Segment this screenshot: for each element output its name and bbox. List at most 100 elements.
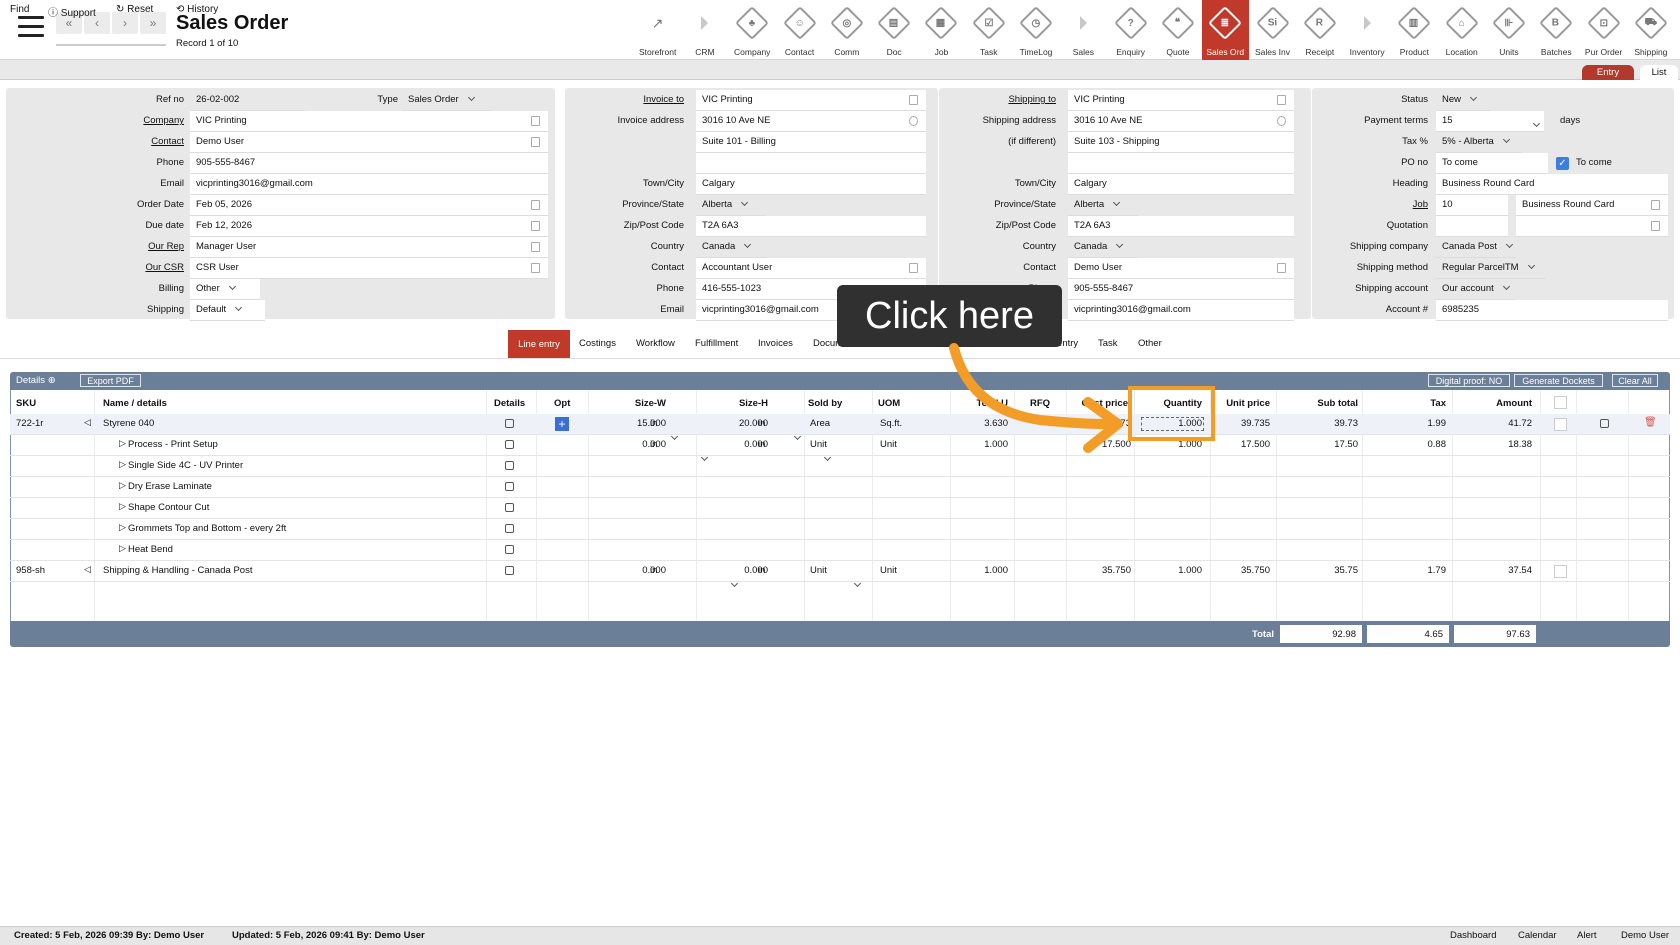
module-company[interactable]: ♣ Company	[729, 0, 776, 60]
quotation-field[interactable]	[1436, 216, 1508, 237]
expand-icon[interactable]: ▷	[119, 522, 126, 533]
module-pur-order[interactable]: ⊡ Pur Order	[1580, 0, 1627, 60]
shipping-province-field[interactable]: Alberta	[1068, 195, 1138, 216]
payment-terms-select[interactable]: 15	[1436, 111, 1544, 132]
column-header-amount[interactable]: Amount	[1462, 398, 1532, 409]
ship-method-select[interactable]: Regular ParcelTM	[1436, 258, 1546, 279]
copy-details-icon[interactable]	[505, 482, 514, 491]
shipping-contact-field[interactable]: Demo User	[1068, 258, 1294, 279]
shipping-select[interactable]: Default	[190, 300, 265, 321]
column-header-sold-by[interactable]: Sold by	[808, 398, 842, 409]
column-header-sub-total[interactable]: Sub total	[1288, 398, 1358, 409]
tax-select[interactable]: 5% - Alberta	[1436, 132, 1522, 153]
tab-fulfillment[interactable]: Fulfillment	[695, 338, 738, 349]
due-date-field[interactable]: Feb 12, 2026	[190, 216, 548, 237]
order-date-field[interactable]: Feb 05, 2026	[190, 195, 548, 216]
hamburger-menu-icon[interactable]	[18, 16, 44, 38]
column-header-uom[interactable]: UOM	[878, 398, 900, 409]
shipping-address-line3[interactable]	[1068, 153, 1294, 174]
copy-details-icon[interactable]	[505, 545, 514, 554]
our-csr-field[interactable]: CSR User	[190, 258, 548, 279]
job-label[interactable]: Job	[1320, 199, 1428, 210]
row-checkbox[interactable]	[1554, 418, 1567, 431]
support-button[interactable]: ⓘ Support	[48, 4, 96, 19]
copy-details-icon[interactable]	[505, 524, 514, 533]
status-link-calendar[interactable]: Calendar	[1518, 930, 1557, 941]
module-units[interactable]: ⊪ Units	[1485, 0, 1532, 60]
invoice-country-field[interactable]: Canada	[696, 237, 766, 258]
select-all-checkbox[interactable]	[1554, 396, 1567, 409]
module-sales-ord[interactable]: ≣ Sales Ord	[1201, 0, 1249, 60]
shipping-to-label[interactable]: Shipping to	[952, 94, 1056, 105]
expand-icon[interactable]: ▷	[119, 480, 126, 491]
copy-details-icon[interactable]	[505, 503, 514, 512]
tab-line-entry[interactable]: Line entry	[508, 330, 570, 358]
column-header-name-details[interactable]: Name / details	[103, 398, 167, 409]
module-shipping[interactable]: ⛟ Shipping	[1627, 0, 1674, 60]
export-pdf-button[interactable]: Export PDF	[80, 374, 141, 387]
tab-invoices[interactable]: Invoices	[758, 338, 793, 349]
column-header-details[interactable]: Details	[494, 398, 525, 409]
our-rep-label[interactable]: Our Rep	[100, 241, 184, 252]
heading-field[interactable]: Business Round Card	[1436, 174, 1668, 195]
module-doc[interactable]: ▤ Doc	[870, 0, 917, 60]
ship-company-select[interactable]: Canada Post	[1436, 237, 1516, 258]
company-field[interactable]: VIC Printing	[190, 111, 548, 132]
module-crm[interactable]: CRM	[681, 0, 728, 60]
collapse-icon[interactable]: ◁	[84, 417, 91, 428]
copy-details-icon[interactable]	[505, 419, 514, 428]
shipping-phone-field[interactable]: 905-555-8467	[1068, 279, 1294, 300]
tab-list[interactable]: List	[1640, 65, 1678, 80]
copy-details-icon[interactable]	[505, 440, 514, 449]
contact-field[interactable]: Demo User	[190, 132, 548, 153]
reset-button[interactable]: ↻ Reset	[116, 4, 153, 15]
collapse-icon[interactable]: ◁	[84, 564, 91, 575]
tab-workflow[interactable]: Workflow	[636, 338, 675, 349]
status-link-dashboard[interactable]: Dashboard	[1450, 930, 1496, 941]
expand-icon[interactable]: ▷	[119, 543, 126, 554]
shipping-country-field[interactable]: Canada	[1068, 237, 1138, 258]
invoice-town-field[interactable]: Calgary	[696, 174, 926, 195]
expand-icon[interactable]: ▷	[119, 459, 126, 470]
module-sales-inv[interactable]: Si Sales Inv	[1249, 0, 1296, 60]
job-name-field[interactable]: Business Round Card	[1516, 195, 1668, 216]
invoice-address-line1[interactable]: 3016 10 Ave NE	[696, 111, 926, 132]
digital-proof-button[interactable]: Digital proof: NO	[1428, 374, 1510, 387]
status-link-alert[interactable]: Alert	[1577, 930, 1597, 941]
module-contact[interactable]: ☺ Contact	[776, 0, 823, 60]
module-quote[interactable]: ❝ Quote	[1154, 0, 1201, 60]
company-label[interactable]: Company	[100, 115, 184, 126]
ship-account-select[interactable]: Our account	[1436, 279, 1516, 300]
invoice-address-line2[interactable]: Suite 101 - Billing	[696, 132, 926, 153]
module-location[interactable]: ⌂ Location	[1438, 0, 1485, 60]
column-header-sku[interactable]: SKU	[16, 398, 36, 409]
invoice-to-field[interactable]: VIC Printing	[696, 90, 926, 111]
module-storefront[interactable]: ↗ Storefront	[634, 0, 681, 60]
module-receipt[interactable]: R Receipt	[1296, 0, 1343, 60]
module-product[interactable]: ▥ Product	[1391, 0, 1438, 60]
history-button[interactable]: ⟲ History	[176, 4, 218, 15]
next-record-button[interactable]: ›	[112, 12, 138, 34]
job-field[interactable]: 10	[1436, 195, 1508, 216]
tab-entry[interactable]: Entry	[1582, 65, 1634, 80]
column-header-size-h[interactable]: Size-H	[698, 398, 768, 409]
generate-dockets-button[interactable]: Generate Dockets	[1514, 374, 1603, 387]
column-header-opt[interactable]: Opt	[554, 398, 570, 409]
shipping-town-field[interactable]: Calgary	[1068, 174, 1294, 195]
tab-costings[interactable]: Costings	[579, 338, 616, 349]
expand-icon[interactable]: ▷	[119, 501, 126, 512]
shipping-zip-field[interactable]: T2A 6A3	[1068, 216, 1294, 237]
module-inventory[interactable]: Inventory	[1343, 0, 1390, 60]
shipping-address-line2[interactable]: Suite 103 - Shipping	[1068, 132, 1294, 153]
find-button[interactable]: Find	[10, 4, 29, 15]
tab-other[interactable]: Other	[1138, 338, 1162, 349]
table-row[interactable]	[10, 498, 1670, 519]
quotation-name-field[interactable]	[1516, 216, 1668, 237]
type-select[interactable]: Sales Order	[402, 90, 492, 111]
to-come-checkbox[interactable]: ✓	[1556, 157, 1569, 170]
status-link-user[interactable]: Demo User	[1621, 930, 1669, 941]
email-field[interactable]: vicprinting3016@gmail.com	[190, 174, 548, 195]
last-record-button[interactable]: »	[140, 12, 166, 34]
shipping-to-field[interactable]: VIC Printing	[1068, 90, 1294, 111]
contact-label[interactable]: Contact	[100, 136, 184, 147]
